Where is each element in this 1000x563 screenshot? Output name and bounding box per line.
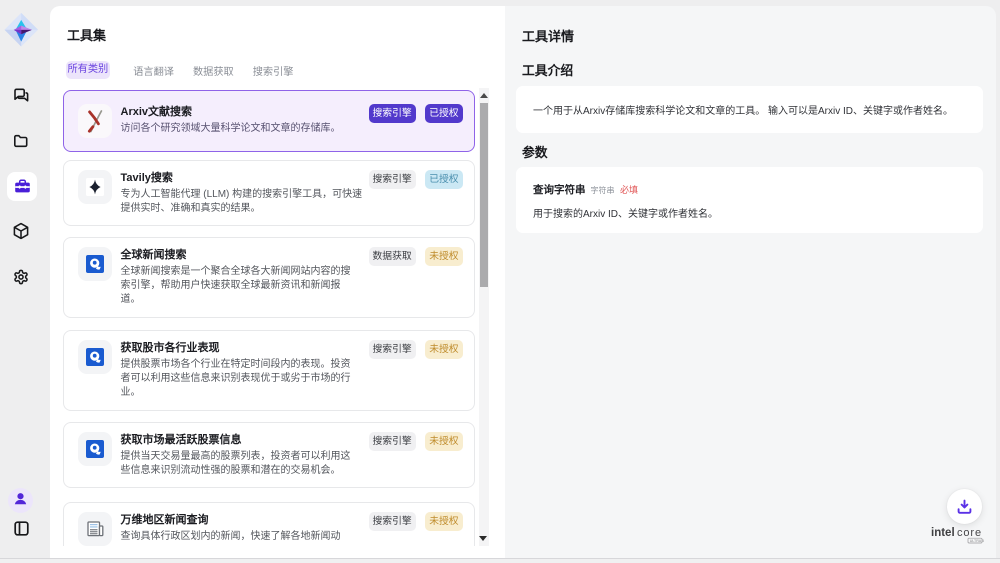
svg-text:ULTRA 5: ULTRA 5 [970,539,984,543]
svg-text:core: core [957,527,982,539]
svg-text:intel: intel [931,527,955,539]
